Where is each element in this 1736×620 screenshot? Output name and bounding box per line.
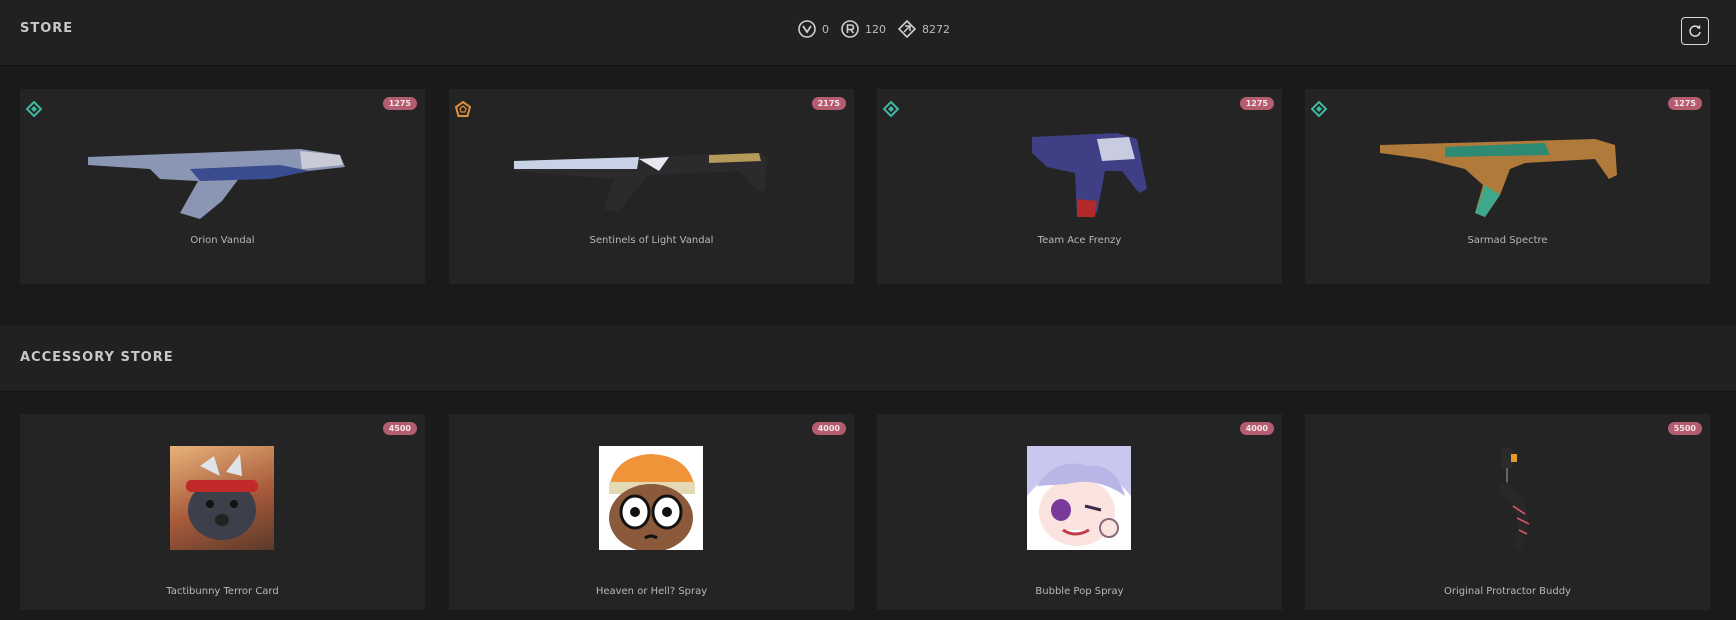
price-badge: 4000 bbox=[1239, 422, 1274, 435]
weapon-image bbox=[88, 149, 345, 219]
wallet-vp-value: 0 bbox=[822, 22, 829, 36]
offer-name: Team Ace Frenzy bbox=[1037, 235, 1122, 246]
offer-name: Sarmad Spectre bbox=[1467, 235, 1548, 246]
protractor-buddy-illustration bbox=[1499, 448, 1530, 550]
wallet-kc-value: 8272 bbox=[922, 22, 950, 36]
refresh-icon bbox=[1689, 25, 1701, 37]
accessory-card[interactable]: 5500 Original Protractor Buddy bbox=[1305, 414, 1710, 610]
offer-card[interactable]: 1275 Team Ace Frenzy bbox=[877, 89, 1282, 284]
offer-name: Orion Vandal bbox=[190, 235, 255, 246]
spray-image bbox=[1027, 446, 1131, 550]
player-card-image bbox=[170, 446, 274, 550]
refresh-button[interactable] bbox=[1681, 17, 1709, 45]
spray-image bbox=[599, 446, 703, 550]
store-header: STORE 0 120 8272 bbox=[0, 0, 1736, 66]
wallet-vp: 0 bbox=[798, 20, 829, 38]
store-title: STORE bbox=[20, 21, 74, 36]
wallet-rp: 120 bbox=[841, 20, 886, 38]
accessory-name: Bubble Pop Spray bbox=[1035, 586, 1124, 597]
accessory-card[interactable]: 4000 Bubble Pop Spray bbox=[877, 414, 1282, 610]
spray-illustration bbox=[1027, 446, 1131, 550]
accessory-card[interactable]: 4500 Tactibunny Terror Card bbox=[20, 414, 425, 610]
accessory-store-title: ACCESSORY STORE bbox=[20, 350, 174, 365]
buddy-image bbox=[1455, 446, 1559, 550]
wallet: 0 120 8272 bbox=[798, 20, 950, 38]
bunny-illustration bbox=[186, 454, 258, 540]
accessory-store-header: ACCESSORY STORE bbox=[0, 326, 1736, 392]
price-badge: 4000 bbox=[811, 422, 846, 435]
offer-card[interactable]: 1275 Sarmad Spectre bbox=[1305, 89, 1710, 284]
wallet-rp-value: 120 bbox=[865, 22, 886, 36]
spray-illustration bbox=[599, 446, 703, 550]
offer-name: Sentinels of Light Vandal bbox=[589, 235, 714, 246]
accessory-name: Heaven or Hell? Spray bbox=[595, 586, 708, 597]
accessory-card[interactable]: 4000 Heaven or Hell? Spray bbox=[449, 414, 854, 610]
valorant-points-icon bbox=[798, 20, 816, 38]
wallet-kc: 8272 bbox=[898, 20, 950, 38]
price-badge: 5500 bbox=[1667, 422, 1702, 435]
radianite-icon bbox=[841, 20, 859, 38]
weapon-image bbox=[1380, 139, 1617, 217]
price-badge: 4500 bbox=[382, 422, 417, 435]
weapon-image bbox=[514, 153, 767, 213]
accessory-name: Tactibunny Terror Card bbox=[166, 586, 279, 597]
kingdom-credits-icon bbox=[898, 20, 916, 38]
weapon-image bbox=[1032, 133, 1147, 217]
offer-card[interactable]: 2175 Sentinels of Light Vandal bbox=[449, 89, 854, 284]
accessory-name: Original Protractor Buddy bbox=[1444, 586, 1571, 597]
offer-card[interactable]: 1275 Orion Vandal bbox=[20, 89, 425, 284]
